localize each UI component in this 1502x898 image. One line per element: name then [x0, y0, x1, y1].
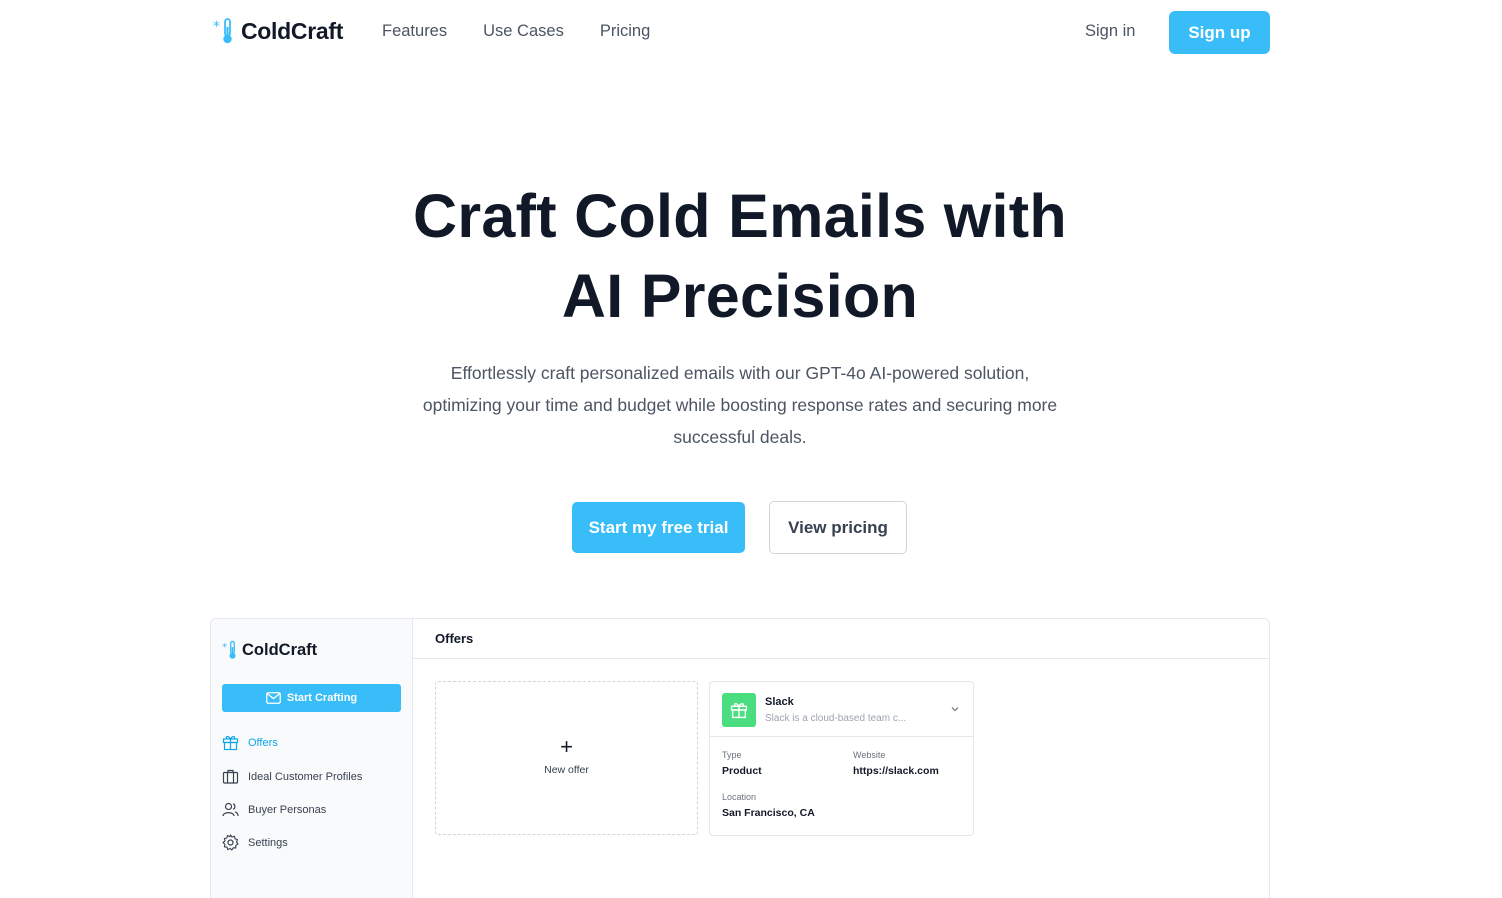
gift-icon: [730, 703, 748, 719]
sidebar-item-label: Settings: [248, 836, 288, 849]
sidebar-item-ideal-customer-profiles[interactable]: Ideal Customer Profiles: [222, 768, 362, 785]
sign-up-button[interactable]: Sign up: [1169, 11, 1270, 54]
chevron-down-icon[interactable]: [950, 704, 960, 714]
start-crafting-button[interactable]: Start Crafting: [222, 684, 401, 712]
page-title: Offers: [435, 631, 474, 646]
brand-name: ColdCraft: [241, 17, 344, 44]
offer-website-value[interactable]: https://slack.com: [853, 765, 939, 777]
app-brand-name: ColdCraft: [242, 640, 318, 659]
offer-card-header[interactable]: Slack Slack is a cloud-based team c...: [710, 682, 973, 737]
hero-title: Craft Cold Emails with AI Precision: [0, 176, 1480, 336]
offer-location-value: San Francisco, CA: [722, 807, 815, 819]
users-icon: [222, 802, 239, 817]
sign-in-link[interactable]: Sign in: [1085, 22, 1135, 41]
nav-link-use-cases[interactable]: Use Cases: [483, 22, 564, 41]
offer-location-label: Location: [722, 792, 757, 802]
new-offer-card[interactable]: + New offer: [435, 681, 698, 835]
nav-link-features[interactable]: Features: [382, 22, 447, 41]
nav-link-pricing[interactable]: Pricing: [600, 22, 650, 41]
main-header: Offers: [413, 619, 1269, 659]
mail-icon: [265, 692, 281, 704]
app-sidebar: * ColdCraft Start Crafting Offers Ideal …: [211, 619, 413, 898]
brand-logo[interactable]: * ColdCraft: [213, 17, 343, 45]
gear-icon: [222, 834, 239, 851]
sidebar-item-offers[interactable]: Offers: [222, 734, 278, 751]
plus-icon: +: [560, 734, 573, 759]
sidebar-item-settings[interactable]: Settings: [222, 834, 288, 851]
offer-type-value: Product: [722, 765, 762, 777]
offer-type-label: Type: [722, 750, 742, 760]
offer-icon: [722, 693, 756, 727]
sidebar-item-label: Ideal Customer Profiles: [248, 770, 363, 783]
svg-text:*: *: [222, 642, 227, 653]
thermometer-snowflake-icon: *: [222, 640, 236, 659]
briefcase-icon: [222, 769, 239, 784]
thermometer-snowflake-icon: *: [213, 18, 232, 44]
start-free-trial-button[interactable]: Start my free trial: [572, 502, 745, 553]
app-brand-logo[interactable]: * ColdCraft: [222, 640, 317, 660]
sidebar-item-label: Buyer Personas: [248, 803, 327, 816]
gift-icon: [222, 735, 239, 751]
start-crafting-label: Start Crafting: [286, 692, 358, 704]
hero-subtitle: Effortlessly craft personalized emails w…: [422, 363, 1058, 447]
hero-title-line-1: Craft Cold Emails with: [413, 182, 1067, 250]
view-pricing-button[interactable]: View pricing: [769, 501, 907, 554]
new-offer-label: New offer: [544, 764, 589, 776]
offer-card[interactable]: Slack Slack is a cloud-based team c... T…: [709, 681, 974, 836]
offer-name: Slack: [765, 696, 794, 708]
svg-text:*: *: [213, 19, 220, 35]
hero-title-line-2: AI Precision: [561, 262, 919, 330]
nav-links: Features Use Cases Pricing: [382, 22, 650, 41]
top-navigation: * ColdCraft Features Use Cases Pricing S…: [0, 0, 1502, 64]
offer-description: Slack is a cloud-based team c...: [765, 713, 907, 724]
app-preview: * ColdCraft Start Crafting Offers Ideal …: [210, 618, 1270, 898]
offer-website-label: Website: [853, 750, 886, 760]
sidebar-item-buyer-personas[interactable]: Buyer Personas: [222, 801, 326, 818]
sidebar-item-label: Offers: [248, 736, 278, 749]
